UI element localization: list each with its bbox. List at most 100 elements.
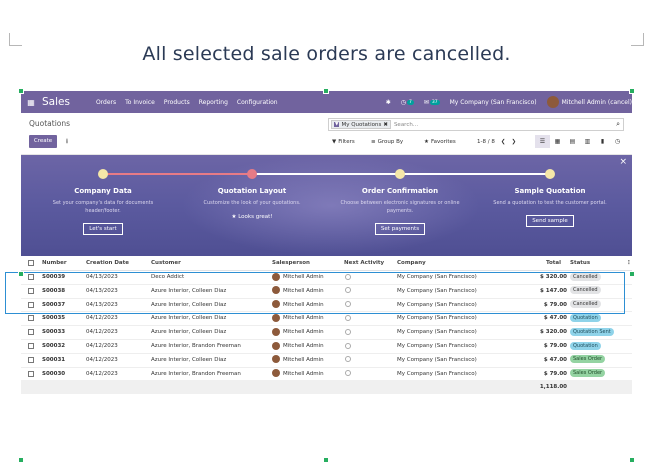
send-sample-button[interactable]: Send sample — [526, 215, 574, 227]
company: My Company (San Francisco) — [397, 356, 477, 363]
salesperson-name: Mitchell Admin — [283, 329, 324, 336]
next-activity[interactable] — [345, 312, 351, 325]
resize-handle[interactable] — [323, 88, 329, 94]
table-row[interactable]: S00035 04/12/2023 Azure Interior, Colleen … — [21, 312, 632, 327]
col-next-activity[interactable]: Next Activity — [344, 256, 384, 270]
column-options-icon[interactable]: ⋮ — [626, 256, 632, 270]
menu-configuration[interactable]: Configuration — [237, 99, 278, 106]
resize-handle[interactable] — [18, 271, 24, 277]
control-panel: Quotations Create ⭳ ▼ My Quotations ✖ Sear… — [21, 113, 632, 155]
lets-start-button[interactable]: Let's start — [83, 223, 123, 235]
resize-handle[interactable] — [323, 457, 329, 463]
activity-clock-icon[interactable] — [345, 370, 351, 377]
step-sample-quotation: Sample Quotation Send a quotation to tes… — [490, 187, 610, 227]
next-activity[interactable] — [345, 340, 351, 353]
creation-date: 04/12/2023 — [86, 315, 118, 322]
activity-clock-icon[interactable] — [345, 328, 351, 335]
order-total: $ 47.00 — [543, 315, 567, 322]
top-navbar: ▦ Sales Orders To Invoice Products Repor… — [21, 91, 632, 113]
row-checkbox[interactable] — [28, 370, 34, 377]
app-title[interactable]: Sales — [42, 96, 70, 108]
table-row[interactable]: S00033 04/12/2023 Azure Interior, Colleen … — [21, 326, 632, 340]
salesperson-name: Mitchell Admin — [283, 356, 324, 363]
debug-bug-icon[interactable]: ✱ — [386, 99, 391, 106]
next-activity[interactable] — [345, 326, 351, 339]
pivot-view-icon[interactable]: ▥ — [580, 135, 595, 148]
activity-clock-icon[interactable] — [345, 314, 351, 321]
breadcrumb[interactable]: Quotations — [29, 119, 70, 128]
resize-handle[interactable] — [18, 88, 24, 94]
search-facet[interactable]: ▼ My Quotations ✖ — [331, 120, 391, 129]
order-total: $ 79.00 — [543, 343, 567, 349]
col-creation-date[interactable]: Creation Date — [86, 256, 129, 270]
download-icon[interactable]: ⭳ — [61, 135, 73, 148]
customer: Azure Interior, Colleen Diaz — [151, 315, 227, 322]
kanban-view-icon[interactable]: ▦ — [550, 135, 565, 148]
chat-menu[interactable]: ✉ 37 — [424, 99, 440, 106]
table-row[interactable]: S00031 04/12/2023 Azure Interior, Colleen … — [21, 353, 632, 368]
filter-icon: ▼ — [334, 122, 340, 127]
search-bar[interactable]: ▼ My Quotations ✖ Search... ⌕ — [328, 118, 624, 131]
creation-date: 04/12/2023 — [86, 343, 118, 349]
activity-badge: 7 — [406, 99, 414, 105]
groupby-button[interactable]: ≡ Group By — [371, 136, 403, 147]
status-badge: Sales Order — [570, 355, 606, 364]
col-company[interactable]: Company — [397, 256, 426, 270]
activity-clock-icon[interactable] — [345, 342, 351, 349]
selection-highlight — [5, 272, 625, 314]
customer: Azure Interior, Brandon Freeman — [151, 343, 241, 349]
close-icon[interactable]: × — [619, 157, 627, 167]
menu-reporting[interactable]: Reporting — [199, 99, 228, 106]
order-total: $ 79.00 — [543, 370, 567, 377]
table-row[interactable]: S00032 04/12/2023 Azure Interior, Brandon … — [21, 340, 632, 354]
create-button[interactable]: Create — [29, 135, 57, 148]
resize-handle[interactable] — [629, 88, 635, 94]
step-title: Company Data — [74, 187, 132, 195]
user-menu[interactable]: Mitchell Admin (cancel) — [546, 96, 632, 108]
row-checkbox[interactable] — [28, 329, 34, 336]
order-number: S00035 — [42, 315, 66, 322]
facet-remove-icon[interactable]: ✖ — [383, 122, 388, 128]
calendar-view-icon[interactable]: ▤ — [565, 135, 580, 148]
order-total: $ 47.00 — [543, 356, 567, 363]
status-badge: Quotation — [570, 341, 601, 350]
company-switcher[interactable]: My Company (San Francisco) — [450, 99, 537, 106]
search-icon[interactable]: ⌕ — [616, 120, 620, 129]
favorites-label: Favorites — [430, 138, 456, 145]
col-customer[interactable]: Customer — [151, 256, 181, 270]
graph-view-icon[interactable]: ▮ — [595, 135, 610, 148]
customer: Azure Interior, Colleen Diaz — [151, 329, 227, 336]
favorites-button[interactable]: ★ Favorites — [424, 136, 456, 147]
step-dot — [545, 169, 555, 179]
search-input[interactable]: Search... — [394, 122, 418, 128]
list-view-icon[interactable]: ☰ — [535, 135, 550, 148]
col-status[interactable]: Status — [570, 256, 590, 270]
activity-view-icon[interactable]: ◷ — [610, 135, 625, 148]
menu-orders[interactable]: Orders — [96, 99, 116, 106]
next-activity[interactable] — [345, 354, 351, 367]
set-payments-button[interactable]: Set payments — [374, 223, 426, 235]
resize-handle[interactable] — [629, 271, 635, 277]
next-activity[interactable] — [345, 368, 351, 381]
menu-products[interactable]: Products — [164, 99, 190, 106]
pager-next-icon[interactable]: ❯ — [511, 139, 516, 145]
activity-menu[interactable]: ◷ 7 — [401, 99, 414, 106]
resize-handle[interactable] — [629, 457, 635, 463]
resize-handle[interactable] — [18, 457, 24, 463]
star-icon: ★ — [424, 138, 429, 145]
apps-menu-icon[interactable]: ▦ — [23, 98, 39, 107]
col-salesperson[interactable]: Salesperson — [272, 256, 310, 270]
row-checkbox[interactable] — [28, 343, 34, 349]
pager-value[interactable]: 1-8 / 8 — [477, 139, 495, 145]
status: Quotation Sent — [570, 326, 614, 339]
select-all-checkbox[interactable] — [28, 260, 34, 266]
activity-clock-icon[interactable] — [345, 356, 351, 363]
menu-to-invoice[interactable]: To Invoice — [125, 99, 155, 106]
row-checkbox[interactable] — [28, 315, 34, 322]
col-number[interactable]: Number — [42, 256, 67, 270]
pager-prev-icon[interactable]: ❮ — [501, 139, 506, 145]
company: My Company (San Francisco) — [397, 329, 477, 336]
row-checkbox[interactable] — [28, 356, 34, 363]
col-total[interactable]: Total — [521, 256, 561, 270]
filters-button[interactable]: ▼ Filters — [332, 136, 355, 147]
